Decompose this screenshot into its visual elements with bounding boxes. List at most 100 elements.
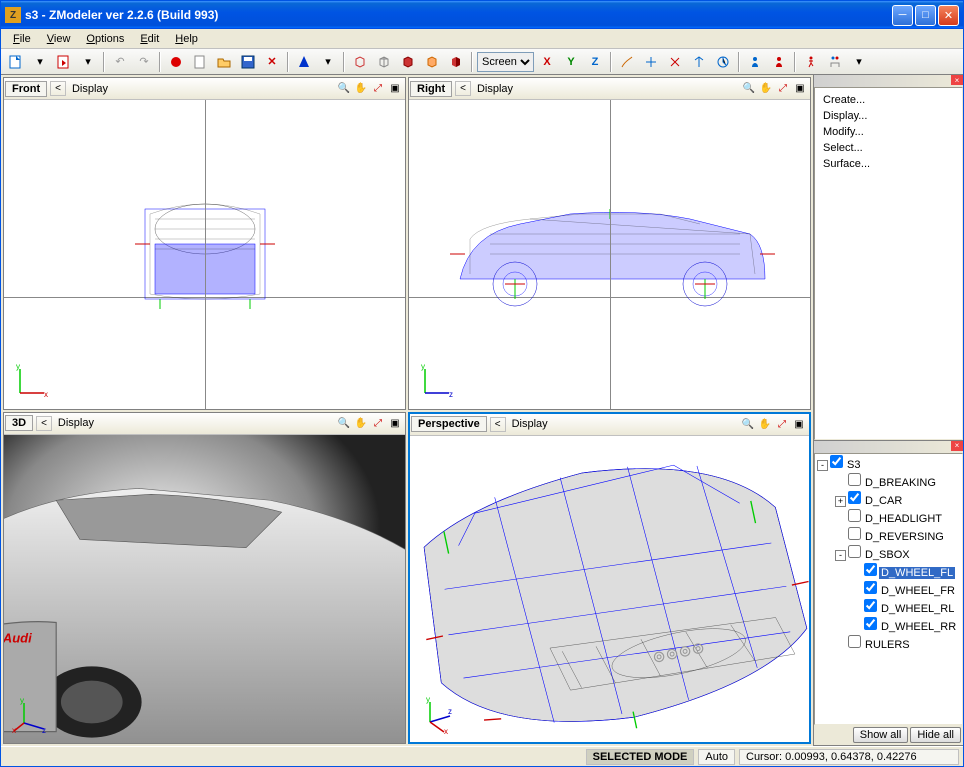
cube-wire-icon[interactable] xyxy=(373,51,395,73)
tree-item[interactable]: D_BREAKING xyxy=(815,472,962,490)
menu-view[interactable]: View xyxy=(39,31,79,47)
viewport-right[interactable]: Right < Display 🔍 ✋ ⤢ ▣ xyxy=(408,77,811,410)
zoom-icon[interactable]: 🔍 xyxy=(740,416,756,432)
tree-checkbox[interactable] xyxy=(848,473,861,486)
tool-icon[interactable] xyxy=(640,51,662,73)
command-modify[interactable]: Modify... xyxy=(819,124,958,140)
pan-icon[interactable]: ✋ xyxy=(353,81,369,97)
group-icon[interactable] xyxy=(824,51,846,73)
coordinate-select[interactable]: Screen xyxy=(477,52,534,72)
cube-face-icon[interactable] xyxy=(421,51,443,73)
tool-icon[interactable] xyxy=(616,51,638,73)
tree-checkbox[interactable] xyxy=(864,617,877,630)
record-icon[interactable] xyxy=(165,51,187,73)
maximize-icon[interactable]: ⤢ xyxy=(370,415,386,431)
axis-z-button[interactable]: Z xyxy=(584,51,606,73)
close-button[interactable]: ✕ xyxy=(938,5,959,26)
tree-label[interactable]: D_BREAKING xyxy=(863,477,938,489)
viewport-front[interactable]: Front < Display 🔍 ✋ ⤢ ▣ xyxy=(3,77,406,410)
close-icon[interactable]: ▣ xyxy=(792,81,808,97)
display-menu[interactable]: Display xyxy=(52,415,336,431)
tree-label[interactable]: D_HEADLIGHT xyxy=(863,513,944,525)
tree-checkbox[interactable] xyxy=(848,527,861,540)
pan-icon[interactable]: ✋ xyxy=(757,416,773,432)
zoom-icon[interactable]: 🔍 xyxy=(336,81,352,97)
viewport-perspective[interactable]: Perspective < Display 🔍 ✋ ⤢ ▣ xyxy=(408,412,811,745)
scene-tree[interactable]: -S3 D_BREAKING + D_CAR D_HEADLIGHTD_REVERSI… xyxy=(814,453,963,725)
walk-icon[interactable] xyxy=(800,51,822,73)
dropdown-icon[interactable]: ▾ xyxy=(848,51,870,73)
page-icon[interactable] xyxy=(189,51,211,73)
maximize-icon[interactable]: ⤢ xyxy=(774,416,790,432)
axis-y-button[interactable]: Y xyxy=(560,51,582,73)
viewport-canvas-3d[interactable]: Audi y z x xyxy=(4,435,405,744)
display-arrow-button[interactable]: < xyxy=(50,81,66,96)
dropdown-icon[interactable]: ▾ xyxy=(29,51,51,73)
tree-label[interactable]: D_WHEEL_RL xyxy=(879,603,956,615)
tree-item[interactable]: D_REVERSING xyxy=(815,526,962,544)
tree-checkbox[interactable] xyxy=(848,509,861,522)
tree-label[interactable]: D_SBOX xyxy=(863,549,912,561)
tree-root[interactable]: -S3 xyxy=(815,454,962,472)
viewport-label-front[interactable]: Front xyxy=(5,81,47,97)
tree-checkbox[interactable] xyxy=(848,545,861,558)
tree-checkbox[interactable] xyxy=(848,635,861,648)
close-icon[interactable]: ▣ xyxy=(387,81,403,97)
tree-item[interactable]: D_HEADLIGHT xyxy=(815,508,962,526)
cube-shade-icon[interactable] xyxy=(445,51,467,73)
viewport-canvas-right[interactable]: y z xyxy=(409,100,810,409)
tool-icon[interactable] xyxy=(688,51,710,73)
display-arrow-button[interactable]: < xyxy=(455,81,471,96)
tree-checkbox[interactable] xyxy=(864,563,877,576)
status-auto[interactable]: Auto xyxy=(698,749,735,765)
display-arrow-button[interactable]: < xyxy=(36,416,52,431)
expand-icon[interactable]: - xyxy=(817,460,828,471)
tree-label[interactable]: D_WHEEL_FL xyxy=(879,567,955,579)
viewport-label-3d[interactable]: 3D xyxy=(5,415,33,431)
close-icon[interactable]: ▣ xyxy=(387,415,403,431)
viewport-canvas-perspective[interactable]: ⊚⊚⊚⊚ y z x xyxy=(410,436,809,743)
zoom-icon[interactable]: 🔍 xyxy=(741,81,757,97)
tree-label[interactable]: D_CAR xyxy=(863,495,904,507)
maximize-button[interactable]: □ xyxy=(915,5,936,26)
viewport-3d[interactable]: 3D < Display 🔍 ✋ ⤢ ▣ xyxy=(3,412,406,745)
tree-checkbox[interactable] xyxy=(848,491,861,504)
panel-close-icon[interactable]: × xyxy=(951,75,963,85)
expand-icon[interactable]: - xyxy=(835,550,846,561)
dropdown-icon[interactable]: ▾ xyxy=(77,51,99,73)
tree-item[interactable]: D_WHEEL_RL xyxy=(815,598,962,616)
zoom-icon[interactable]: 🔍 xyxy=(336,415,352,431)
display-menu[interactable]: Display xyxy=(471,81,741,97)
command-select[interactable]: Select... xyxy=(819,140,958,156)
undo-icon[interactable]: ↶ xyxy=(109,51,131,73)
status-mode[interactable]: SELECTED MODE xyxy=(586,749,695,765)
redo-icon[interactable]: ↷ xyxy=(133,51,155,73)
hide-all-button[interactable]: Hide all xyxy=(910,727,961,743)
maximize-icon[interactable]: ⤢ xyxy=(775,81,791,97)
command-create[interactable]: Create... xyxy=(819,92,958,108)
tree-item[interactable]: RULERS xyxy=(815,634,962,652)
display-menu[interactable]: Display xyxy=(506,416,740,432)
tool-icon[interactable] xyxy=(712,51,734,73)
tree-item[interactable]: D_WHEEL_RR xyxy=(815,616,962,634)
dropdown-icon[interactable]: ▾ xyxy=(317,51,339,73)
tree-label[interactable]: D_WHEEL_RR xyxy=(879,621,958,633)
import-icon[interactable] xyxy=(53,51,75,73)
menu-help[interactable]: Help xyxy=(167,31,206,47)
delete-icon[interactable]: ✕ xyxy=(261,51,283,73)
tree-item[interactable]: D_WHEEL_FR xyxy=(815,580,962,598)
display-arrow-button[interactable]: < xyxy=(490,417,506,432)
tree-item[interactable]: D_WHEEL_FL xyxy=(815,562,962,580)
tree-item[interactable]: - D_SBOX xyxy=(815,544,962,562)
tree-label[interactable]: D_WHEEL_FR xyxy=(879,585,957,597)
axis-x-button[interactable]: X xyxy=(536,51,558,73)
tree-checkbox[interactable] xyxy=(830,455,843,468)
new-icon[interactable] xyxy=(5,51,27,73)
cube-solid-icon[interactable] xyxy=(397,51,419,73)
menu-edit[interactable]: Edit xyxy=(132,31,167,47)
expand-icon[interactable]: + xyxy=(835,496,846,507)
pan-icon[interactable]: ✋ xyxy=(758,81,774,97)
person-red-icon[interactable] xyxy=(768,51,790,73)
save-icon[interactable] xyxy=(237,51,259,73)
viewport-label-perspective[interactable]: Perspective xyxy=(411,416,487,432)
